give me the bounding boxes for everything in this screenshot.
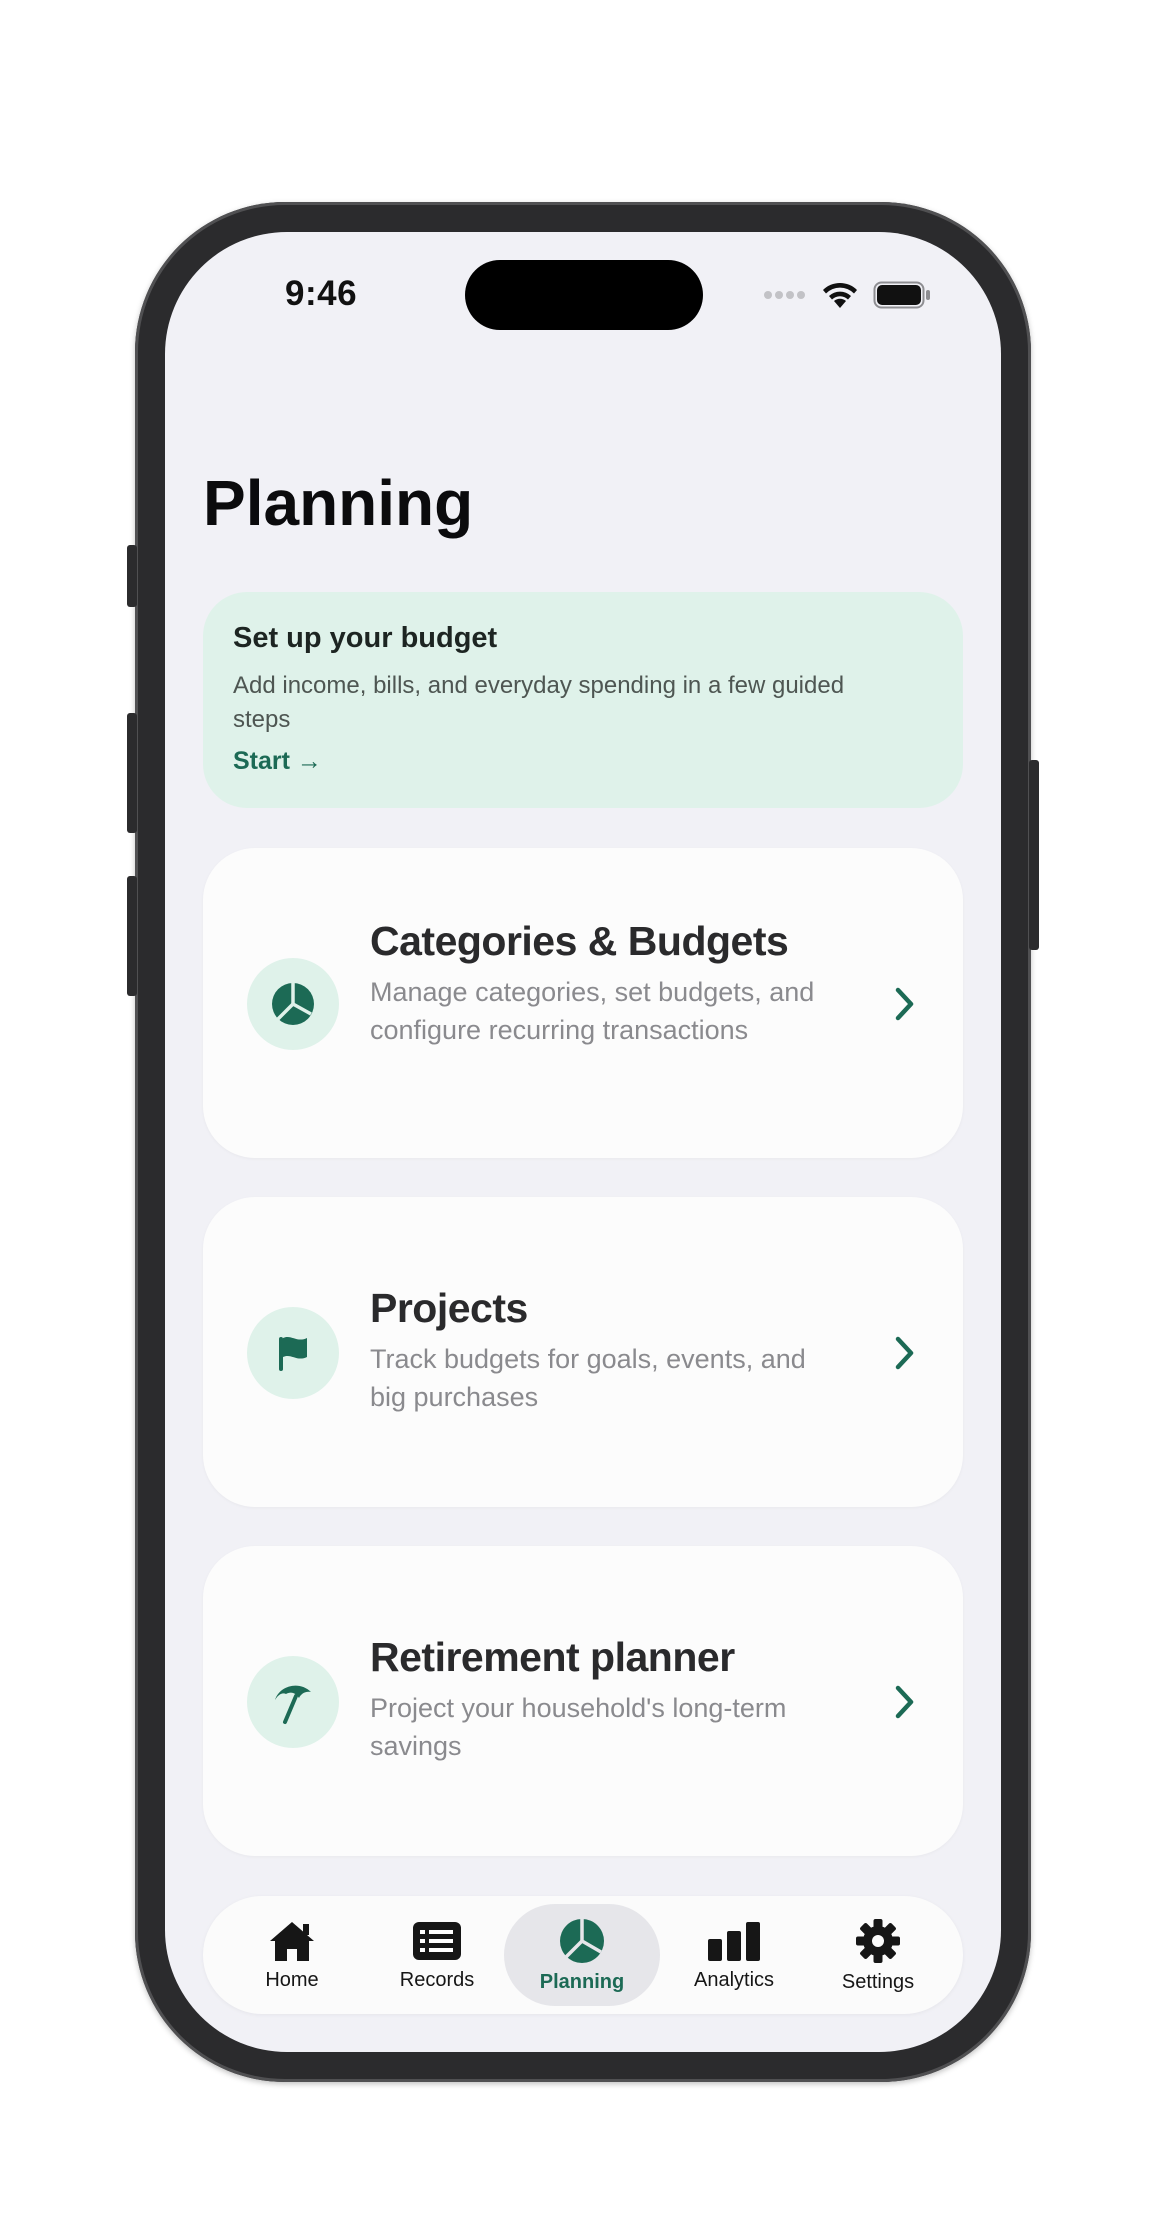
bar-chart-icon: [708, 1921, 760, 1961]
chevron-right-icon: [895, 987, 914, 1021]
banner-text: Add income, bills, and everyday spending…: [233, 672, 845, 733]
tab-label: Home: [265, 1968, 319, 1991]
chevron-right-icon: [895, 1685, 914, 1719]
card-body: Categories & Budgets Manage categories, …: [370, 918, 820, 1049]
card-body: Projects Track budgets for goals, events…: [370, 1285, 820, 1416]
setup-budget-banner[interactable]: Set up your budget Add income, bills, an…: [203, 592, 963, 808]
action-button: [127, 545, 137, 607]
card-title: Categories & Budgets: [370, 918, 789, 964]
card-title: Projects: [370, 1285, 528, 1331]
list-icon: [413, 1921, 461, 1960]
pie-chart-icon: [247, 958, 339, 1050]
tab-label: Analytics: [693, 1968, 775, 1991]
signal-icon: [764, 291, 805, 299]
card-description: Project your household's long-term savin…: [370, 1693, 787, 1761]
retirement-planner-card[interactable]: Retirement planner Project your househol…: [203, 1546, 963, 1856]
wifi-icon: [823, 282, 857, 308]
tab-planning[interactable]: Planning: [504, 1904, 660, 2006]
volume-down-button: [127, 876, 137, 996]
status-time: 9:46: [285, 274, 358, 313]
gear-icon: [856, 1918, 900, 1963]
house-icon: [270, 1921, 314, 1961]
tab-label: Settings: [841, 1970, 915, 1993]
card-body: Retirement planner Project your househol…: [370, 1634, 820, 1765]
tab-home[interactable]: Home: [217, 1904, 367, 2006]
app-screen: 9:46 Planning Set up your budget Add inc…: [165, 232, 1001, 2052]
chevron-right-icon: [895, 1336, 914, 1370]
card-title: Retirement planner: [370, 1634, 735, 1680]
page-title: Planning: [203, 467, 474, 539]
categories-budgets-card[interactable]: Categories & Budgets Manage categories, …: [203, 848, 963, 1158]
tab-bar: Home Records Planning Analytics Settings: [203, 1896, 963, 2014]
tab-label: Records: [399, 1968, 475, 1991]
power-button: [1029, 760, 1039, 950]
projects-card[interactable]: Projects Track budgets for goals, events…: [203, 1197, 963, 1507]
card-description: Manage categories, set budgets, and conf…: [370, 977, 815, 1045]
card-description: Track budgets for goals, events, and big…: [370, 1344, 806, 1412]
pie-chart-icon: [560, 1918, 604, 1963]
tab-settings[interactable]: Settings: [803, 1904, 953, 2006]
tab-label: Planning: [539, 1970, 625, 1993]
dynamic-island: [465, 260, 703, 330]
volume-up-button: [127, 713, 137, 833]
tab-analytics[interactable]: Analytics: [659, 1904, 809, 2006]
flag-icon: [247, 1307, 339, 1399]
tab-records[interactable]: Records: [362, 1904, 512, 2006]
battery-icon: [873, 281, 930, 309]
beach-umbrella-icon: [247, 1656, 339, 1748]
banner-title: Set up your budget: [233, 622, 498, 654]
status-icons: [763, 280, 931, 310]
start-link[interactable]: Start →: [233, 747, 322, 776]
